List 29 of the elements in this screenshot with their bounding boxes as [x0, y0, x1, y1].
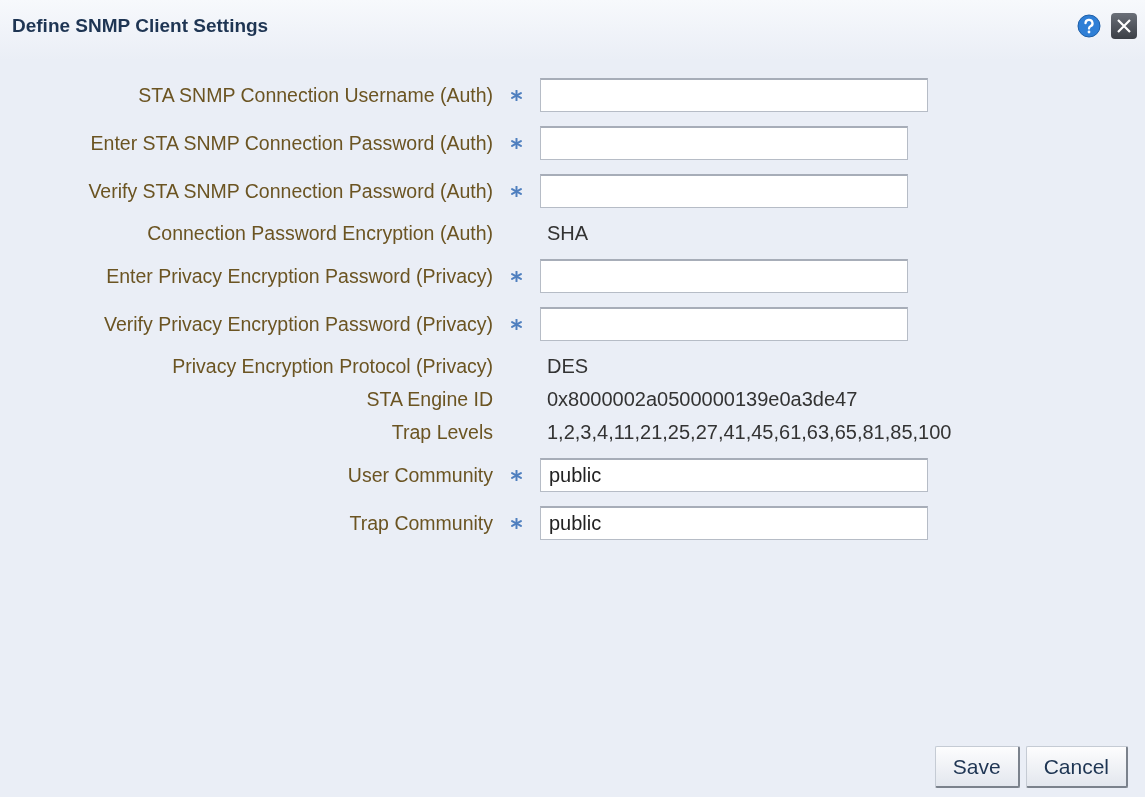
field-label: Enter STA SNMP Connection Password (Auth): [90, 131, 493, 155]
input-field[interactable]: [540, 174, 908, 208]
field-label: Trap Community: [349, 511, 493, 535]
field-label: Verify STA SNMP Connection Password (Auth): [88, 179, 493, 203]
field-value: 0x8000002a0500000139e0a3de47: [546, 388, 859, 411]
input-field[interactable]: [540, 126, 908, 160]
input-field[interactable]: public: [540, 458, 928, 492]
field-label: Connection Password Encryption (Auth): [147, 222, 493, 245]
field-label: User Community: [347, 463, 493, 487]
field-label: Privacy Encryption Protocol (Privacy): [172, 355, 493, 378]
input-field[interactable]: [540, 307, 908, 341]
field-label: STA Engine ID: [366, 388, 493, 411]
dialog-button[interactable]: Cancel: [1025, 746, 1128, 788]
field-label: Trap Levels: [391, 421, 493, 444]
field-label: Enter Privacy Encryption Password (Privacy): [106, 264, 493, 288]
dialog-title: Define SNMP Client Settings: [12, 15, 269, 37]
close-icon: [1116, 18, 1132, 34]
input-field[interactable]: [540, 78, 928, 112]
field-label: STA SNMP Connection Username (Auth): [138, 83, 493, 107]
field-label: Verify Privacy Encryption Password (Privacy): [103, 312, 493, 336]
dialog-button[interactable]: Save: [934, 746, 1020, 788]
input-field[interactable]: public: [540, 506, 928, 540]
close-button[interactable]: [1111, 13, 1137, 39]
help-icon: [1077, 14, 1101, 38]
field-value: DES: [546, 355, 590, 378]
help-button[interactable]: [1077, 14, 1101, 38]
field-value: SHA: [546, 222, 590, 245]
input-field[interactable]: [540, 259, 908, 293]
field-value: 1,2,3,4,11,21,25,27,41,45,61,63,65,81,85,100: [546, 421, 953, 444]
